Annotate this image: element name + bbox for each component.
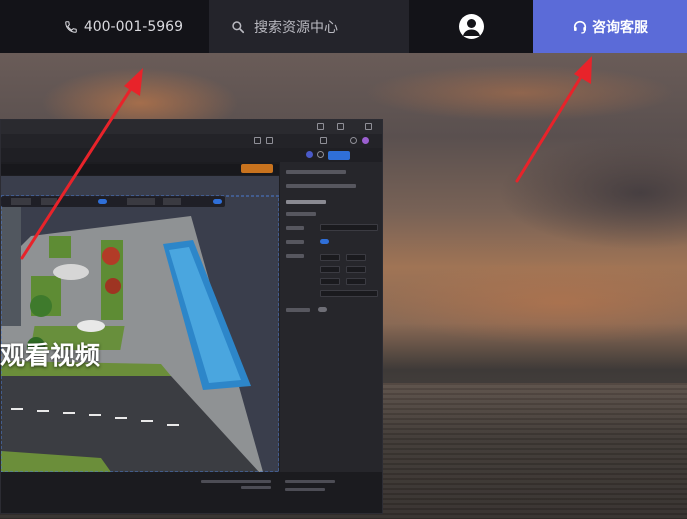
window-maximize-icon[interactable] [337,123,344,130]
consult-service-button[interactable]: 咨询客服 [533,0,687,53]
panel-input[interactable] [346,266,366,273]
video-preview-window[interactable] [0,119,383,514]
viewport-tool-2[interactable] [41,198,57,205]
star-icon[interactable] [266,137,273,144]
editor-toolbar [1,164,279,175]
editor-statusbar [1,472,382,513]
top-navigation-bar: 400-001-5969 搜索资源中心 咨询客服 [0,0,687,53]
search-box[interactable]: 搜索资源中心 [209,0,409,53]
window-minimize-icon[interactable] [317,123,324,130]
panel-label [286,226,304,230]
viewport-toggle-1[interactable] [98,199,107,204]
translate-icon[interactable] [254,137,261,144]
panel-subtabs[interactable] [286,184,356,188]
phone-icon [65,20,77,33]
viewport-toggle-2[interactable] [213,199,222,204]
user-avatar-icon[interactable] [458,14,484,39]
panel-input[interactable] [320,278,340,285]
panel-section-header[interactable] [286,212,316,216]
viewport-toolbar [1,196,225,207]
app-search-icon[interactable] [317,151,324,158]
app-header [1,148,382,162]
3d-scene-viewport[interactable] [1,176,279,472]
panel-label [286,240,304,244]
panel-input[interactable] [320,266,340,273]
window-close-icon[interactable] [365,123,372,130]
viewport-tool-3[interactable] [127,198,155,205]
viewport-tool-1[interactable] [11,198,31,205]
phone-number: 400-001-5969 [83,18,183,35]
search-icon [232,20,245,33]
viewport-tool-4[interactable] [163,198,181,205]
watch-video-label[interactable]: 观看视频 [0,336,100,372]
publish-button[interactable] [328,151,350,160]
panel-input[interactable] [346,254,366,261]
app-avatar-icon[interactable] [306,151,313,158]
panel-label [286,254,304,258]
panel-toggle-off[interactable] [318,307,327,312]
panel-input[interactable] [346,278,366,285]
user-menu[interactable] [409,0,533,53]
panel-input[interactable] [320,254,340,261]
editor-action-button[interactable] [241,164,273,173]
consult-label: 咨询客服 [592,19,648,36]
scene-render [1,176,279,472]
panel-select[interactable] [320,224,378,231]
browser-toolbar [1,134,382,148]
status-coords [285,480,335,483]
profile-icon[interactable] [362,137,369,144]
hotline[interactable]: 400-001-5969 [0,0,209,53]
properties-panel [280,162,382,513]
download-icon[interactable] [350,137,357,144]
panel-title [286,200,326,204]
panel-label [286,308,310,312]
panel-toggle[interactable] [320,239,329,244]
status-breadcrumb [201,480,271,483]
person-icon [462,19,480,36]
status-info [285,488,325,491]
status-zoom [241,486,271,489]
extension-icon[interactable] [320,137,327,144]
window-titlebar [1,120,382,134]
panel-add-row[interactable] [320,290,378,297]
search-placeholder: 搜索资源中心 [254,19,338,36]
panel-tabs[interactable] [286,170,346,174]
headset-icon [573,20,587,34]
